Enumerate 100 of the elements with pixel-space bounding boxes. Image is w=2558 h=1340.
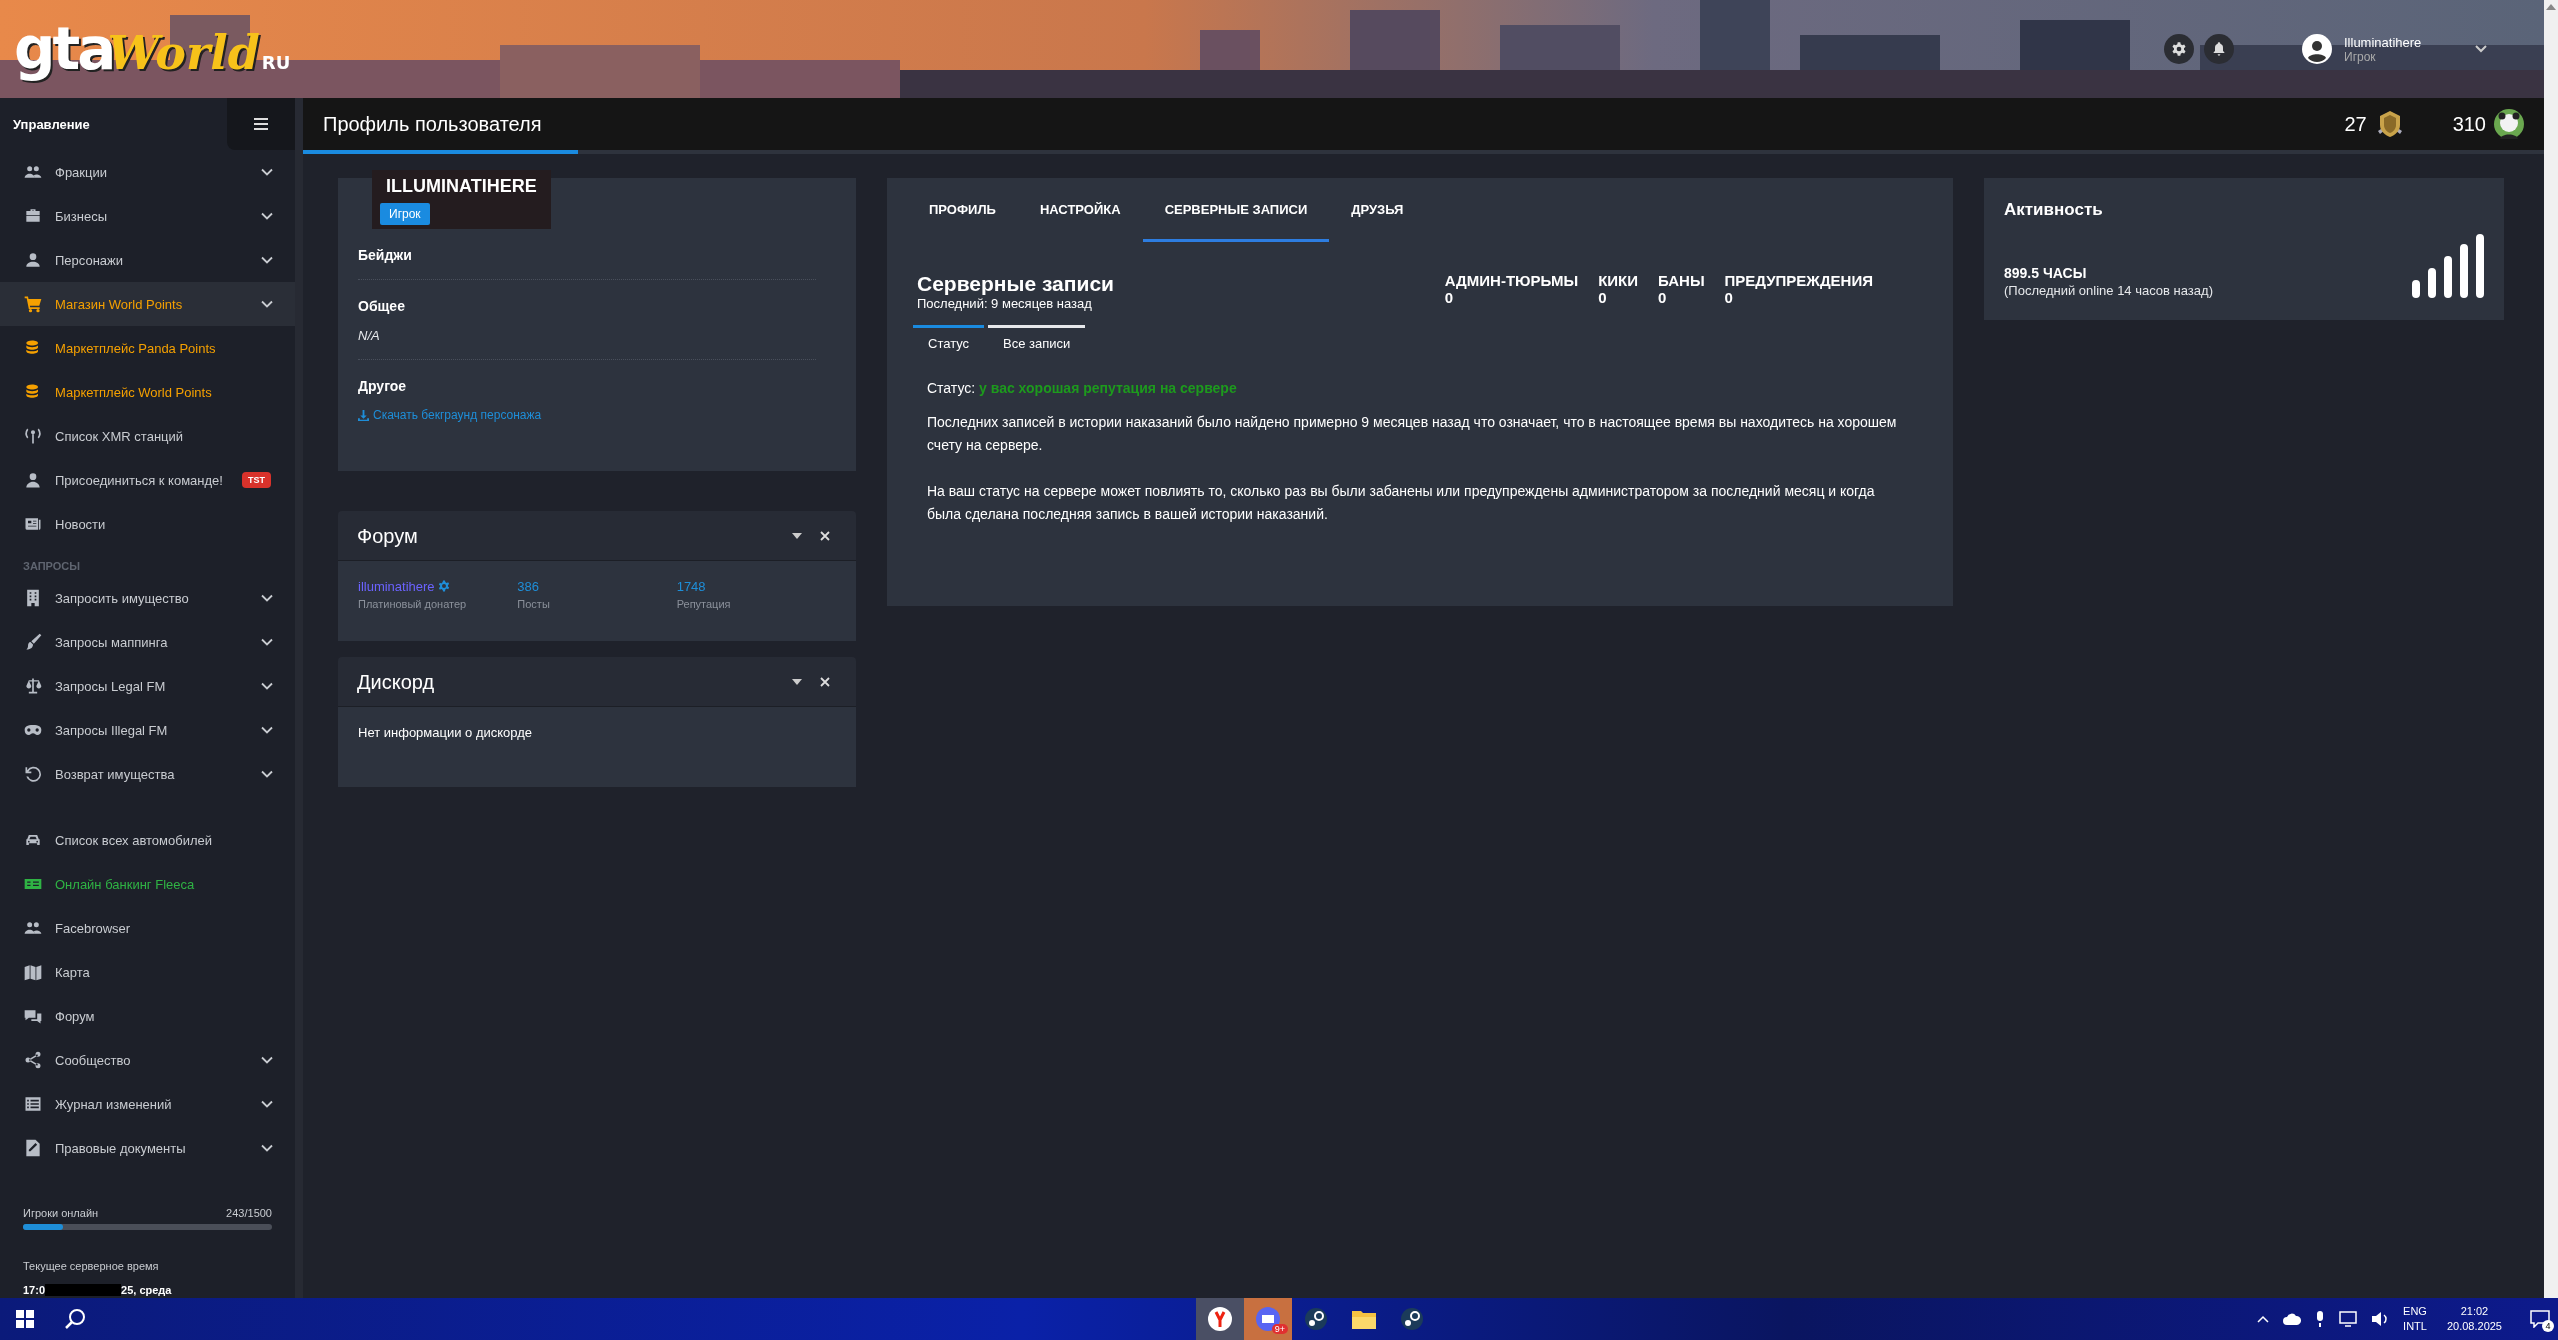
- bell-icon: [2211, 41, 2227, 57]
- download-link[interactable]: Скачать бекграунд персонажа: [358, 408, 542, 422]
- search-icon[interactable]: [64, 1308, 86, 1330]
- sidebar-item[interactable]: Онлайн банкинг Fleeca: [0, 862, 295, 906]
- card-title: Активность: [2004, 200, 2104, 220]
- chevron-down-icon: [261, 1056, 273, 1064]
- chevron-down-icon: [261, 770, 273, 778]
- user-role: Игрок: [2344, 49, 2377, 64]
- folder-icon: [1352, 1309, 1376, 1329]
- sidebar-item[interactable]: Список XMR станций: [0, 414, 295, 458]
- chevron-down-icon: [261, 1144, 273, 1152]
- user-icon: [23, 250, 43, 270]
- chevron-down-icon: [261, 638, 273, 646]
- sub-tab[interactable]: Все записи: [988, 325, 1086, 359]
- tab[interactable]: ПРОФИЛЬ: [907, 178, 1018, 242]
- user-icon: [23, 470, 43, 490]
- chat-app-button[interactable]: 9+: [1244, 1298, 1292, 1340]
- chevron-up-icon[interactable]: [2257, 1315, 2270, 1323]
- section-title: Другое: [358, 378, 408, 394]
- online-label: Игроки онлайн: [23, 1207, 99, 1219]
- document-icon: [23, 1138, 43, 1158]
- stat-value: 1748: [676, 578, 707, 594]
- last-online: (Последний online 14 часов назад): [2004, 283, 2213, 298]
- hours-played: 899.5 ЧАСЫ: [2004, 265, 2088, 281]
- notification-badge: 9+: [1271, 1324, 1288, 1334]
- sidebar-item[interactable]: Фракции: [0, 150, 295, 194]
- close-icon[interactable]: [820, 531, 830, 541]
- sidebar-item[interactable]: Маркетплейс Panda Points: [0, 326, 295, 370]
- counter-value: 0: [1724, 289, 1734, 306]
- sidebar-item[interactable]: Запросы Legal FM: [0, 664, 295, 708]
- microphone-icon[interactable]: [2315, 1311, 2326, 1327]
- download-icon: [358, 409, 369, 421]
- game-launcher-icon: [1304, 1307, 1328, 1331]
- sidebar-item[interactable]: Запросы маппинга: [0, 620, 295, 664]
- user-name: Illuminatihere: [2344, 34, 2423, 50]
- browser-icon: [1207, 1306, 1233, 1332]
- caret-down-icon[interactable]: [792, 533, 802, 539]
- sidebar-item[interactable]: Facebrowser: [0, 906, 295, 950]
- status-line: Статус: у вас хорошая репутация на сервере: [927, 379, 1238, 398]
- counter-label: ПРЕДУПРЕЖДЕНИЯ: [1724, 272, 1873, 289]
- page-title-tab[interactable]: Профиль пользователя: [303, 98, 578, 154]
- menu-button[interactable]: [227, 98, 295, 150]
- stat-value: 386: [517, 578, 541, 594]
- stat-value: 310: [2452, 112, 2486, 136]
- counter-label: БАНЫ: [1658, 272, 1705, 289]
- language-indicator[interactable]: ENG INTL: [2403, 1304, 2427, 1334]
- caret-down-icon[interactable]: [792, 679, 802, 685]
- sidebar-item[interactable]: Присоединиться к команде! TST: [0, 458, 295, 502]
- browser-app-button[interactable]: [1196, 1298, 1244, 1340]
- discord-info: Нет информации о дискорде: [358, 724, 534, 740]
- sidebar-item[interactable]: Магазин World Points: [0, 282, 295, 326]
- user-menu[interactable]: Illuminatihere Игрок: [2302, 34, 2488, 64]
- avatar-icon: [2302, 34, 2332, 64]
- tab[interactable]: ДРУЗЬЯ: [1329, 178, 1426, 242]
- stat-label: Посты: [517, 597, 551, 610]
- chevron-down-icon: [261, 1100, 273, 1108]
- player-name: ILLUMINATIHERE: [385, 176, 538, 198]
- close-icon[interactable]: [820, 677, 830, 687]
- cart-icon: [23, 294, 43, 314]
- counter-value: 0: [1444, 289, 1455, 306]
- list-icon: [23, 1094, 43, 1114]
- sidebar-item[interactable]: Запросы Illegal FM: [0, 708, 295, 752]
- cloud-icon[interactable]: [2283, 1313, 2302, 1325]
- antenna-icon: [23, 426, 43, 446]
- scroll-up-icon[interactable]: [2546, 4, 2556, 10]
- chevron-down-icon: [261, 682, 273, 690]
- sidebar-item[interactable]: Карта: [0, 950, 295, 994]
- sidebar-item[interactable]: Возврат имущества: [0, 752, 295, 796]
- sidebar-item[interactable]: Список всех автомобилей: [0, 818, 295, 862]
- speaker-icon[interactable]: [2371, 1311, 2390, 1327]
- sidebar-item[interactable]: Форум: [0, 994, 295, 1038]
- tab[interactable]: СЕРВЕРНЫЕ ЗАПИСИ: [1142, 178, 1330, 242]
- counter-label: АДМИН-ТЮРЬМЫ: [1444, 272, 1579, 289]
- windows-start-icon[interactable]: [16, 1310, 34, 1328]
- section-title: Бейджи: [358, 247, 413, 263]
- paragraph: На ваш статус на сервере может повлиять то, сколько раз вы были забанены или предупреждены администратором за последний месяц и когда была сделана последняя запись в вашей истории наказаний.: [927, 482, 1876, 524]
- sub-tab[interactable]: Статус: [913, 325, 985, 359]
- share-icon: [23, 1050, 43, 1070]
- chevron-down-icon: [261, 168, 273, 176]
- role-badge: Игрок: [380, 203, 430, 225]
- chevron-down-icon: [261, 300, 273, 308]
- sidebar-item[interactable]: Правовые документы: [0, 1126, 295, 1170]
- counter-label: КИКИ: [1598, 272, 1638, 289]
- server-date: 25, среда: [121, 1284, 172, 1298]
- monitor-icon[interactable]: [2339, 1311, 2358, 1327]
- sidebar-item[interactable]: Журнал изменений: [0, 1082, 295, 1126]
- message-icon: [2530, 1310, 2550, 1328]
- tab[interactable]: НАСТРОЙКА: [1017, 178, 1143, 242]
- stat-label: Репутация: [676, 597, 732, 610]
- sidebar-item[interactable]: Сообщество: [0, 1038, 295, 1082]
- sidebar-item[interactable]: Маркетплейс World Points: [0, 370, 295, 414]
- sidebar-item[interactable]: Новости: [0, 502, 295, 546]
- sidebar-item[interactable]: Запросить имущество: [0, 576, 295, 620]
- sidebar-item[interactable]: Бизнесы: [0, 194, 295, 238]
- clock[interactable]: 21:02 20.08.2025: [2446, 1304, 2502, 1334]
- scrollbar[interactable]: [2544, 0, 2558, 1298]
- server-time: 17:0: [23, 1284, 46, 1298]
- sidebar-item[interactable]: Персонажи: [0, 238, 295, 282]
- server-time-label: Текущее серверное время: [23, 1260, 160, 1272]
- last-record: Последний: 9 месяцев назад: [917, 296, 1093, 311]
